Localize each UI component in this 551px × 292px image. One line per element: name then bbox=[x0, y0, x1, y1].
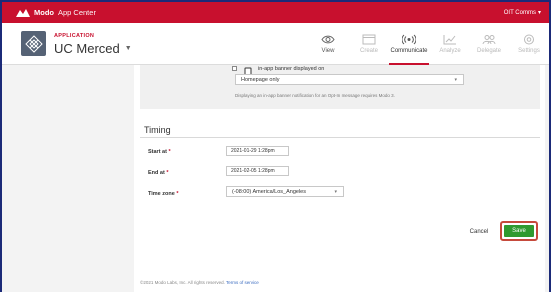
nav-analyze[interactable]: Analyze bbox=[428, 23, 472, 65]
save-button[interactable]: Save bbox=[504, 225, 534, 237]
app-name: UC Merced bbox=[54, 41, 120, 56]
timezone-label: Time zone * bbox=[148, 191, 178, 197]
eye-icon bbox=[321, 35, 335, 44]
top-bar: Modo App Center OIT Comms ▾ bbox=[2, 2, 549, 23]
chevron-down-icon: ▾ bbox=[334, 188, 337, 195]
app-label: APPLICATION bbox=[54, 33, 95, 39]
window-icon bbox=[362, 34, 376, 45]
end-label-text: End at bbox=[148, 170, 165, 176]
nav-settings-label: Settings bbox=[518, 48, 540, 54]
modo-logo-icon bbox=[16, 8, 30, 17]
copyright: ©2021 Modo Labs, Inc. All rights reserve… bbox=[140, 280, 225, 285]
chevron-down-icon: ▾ bbox=[454, 76, 457, 83]
users-icon bbox=[482, 35, 496, 45]
nav-create-label: Create bbox=[359, 48, 378, 54]
required-mark: * bbox=[166, 170, 169, 176]
banner-location-select[interactable]: Homepage only ▾ bbox=[235, 74, 464, 85]
required-mark: * bbox=[176, 191, 179, 197]
nav-delegate-label: Delegate bbox=[476, 48, 502, 54]
start-label: Start at * bbox=[148, 149, 171, 155]
screenshot-frame: Modo App Center OIT Comms ▾ APPLICATION … bbox=[0, 0, 551, 292]
end-input[interactable]: 2021-02-05 1:28pm bbox=[226, 166, 289, 176]
save-button-highlight: Save bbox=[500, 221, 538, 241]
brand-name: App Center bbox=[58, 8, 96, 17]
app-icon bbox=[21, 31, 46, 56]
timezone-select[interactable]: (-08:00) America/Los_Angeles ▾ bbox=[226, 186, 344, 197]
user-menu[interactable]: OIT Comms ▾ bbox=[503, 9, 541, 17]
banner-checkbox-label: in-app banner displayed on bbox=[258, 66, 325, 72]
timezone-label-text: Time zone bbox=[148, 191, 175, 197]
caret-down-icon: ▼ bbox=[124, 45, 132, 52]
end-value: 2021-02-05 1:28pm bbox=[231, 168, 275, 174]
brand-bold: Modo bbox=[34, 8, 54, 17]
banner-location-value: Homepage only bbox=[241, 76, 280, 83]
brand[interactable]: Modo App Center bbox=[16, 8, 96, 17]
required-mark: * bbox=[168, 149, 171, 155]
start-input[interactable]: 2021-01-29 1:28pm bbox=[226, 146, 289, 156]
banner-options-panel: in-app banner displayed on Homepage only… bbox=[140, 65, 540, 109]
start-value: 2021-01-29 1:28pm bbox=[231, 148, 275, 154]
nav-settings[interactable]: Settings bbox=[507, 23, 549, 65]
nav-view-label: View bbox=[321, 48, 335, 54]
cancel-button[interactable]: Cancel bbox=[464, 226, 494, 238]
banner-checkbox[interactable] bbox=[232, 66, 237, 71]
nav-create[interactable]: Create bbox=[347, 23, 391, 65]
phone-icon bbox=[244, 64, 252, 77]
terms-link[interactable]: Terms of service bbox=[226, 280, 259, 285]
chevron-down-icon: ▾ bbox=[537, 10, 541, 16]
timezone-value: (-08:00) America/Los_Angeles bbox=[232, 188, 306, 195]
app-header: APPLICATION UC Merced ▼ View Create Comm… bbox=[2, 23, 549, 65]
banner-hint: Displaying an in-app banner notification… bbox=[235, 93, 395, 98]
nav-analyze-label: Analyze bbox=[439, 48, 461, 54]
broadcast-icon bbox=[402, 34, 416, 45]
timing-heading: Timing bbox=[144, 125, 171, 135]
chart-icon bbox=[443, 35, 456, 45]
app-switcher[interactable]: UC Merced ▼ bbox=[54, 41, 132, 56]
gear-icon bbox=[524, 34, 534, 45]
footer: ©2021 Modo Labs, Inc. All rights reserve… bbox=[140, 280, 259, 285]
end-label: End at * bbox=[148, 170, 168, 176]
message-form: in-app banner displayed on Homepage only… bbox=[134, 65, 545, 292]
nav-delegate[interactable]: Delegate bbox=[467, 23, 511, 65]
start-label-text: Start at bbox=[148, 149, 167, 155]
nav-communicate-label: Communicate bbox=[390, 48, 428, 54]
nav-view[interactable]: View bbox=[306, 23, 350, 65]
divider bbox=[140, 137, 540, 138]
nav-communicate[interactable]: Communicate bbox=[387, 23, 431, 65]
user-name: OIT Comms bbox=[503, 9, 536, 16]
